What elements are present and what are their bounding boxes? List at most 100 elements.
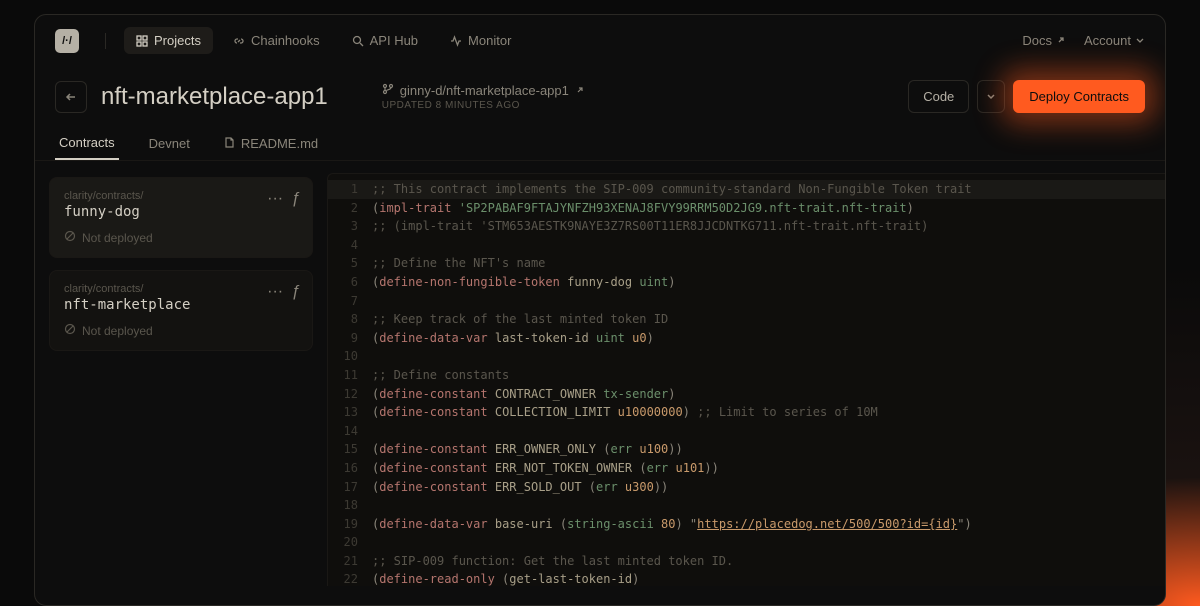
contracts-sidebar: clarity/contracts/ funny-dog Not deploye… bbox=[35, 161, 327, 586]
code-line[interactable]: 12(define-constant CONTRACT_OWNER tx-sen… bbox=[328, 385, 1165, 404]
tab-readme[interactable]: README.md bbox=[220, 127, 322, 160]
code-content: ;; This contract implements the SIP-009 … bbox=[372, 180, 972, 199]
updated-label: UPDATED 8 MINUTES AGO bbox=[382, 100, 894, 111]
repo-path: ginny-d/nft-marketplace-app1 bbox=[400, 83, 569, 98]
contract-card[interactable]: clarity/contracts/ nft-marketplace Not d… bbox=[49, 270, 313, 351]
code-editor[interactable]: 1;; This contract implements the SIP-009… bbox=[327, 173, 1165, 586]
line-number: 9 bbox=[328, 329, 372, 348]
file-icon bbox=[224, 136, 235, 151]
activity-icon bbox=[450, 35, 462, 47]
contract-path: clarity/contracts/ bbox=[64, 190, 298, 202]
deploy-contracts-button[interactable]: Deploy Contracts bbox=[1013, 80, 1145, 113]
docs-link[interactable]: Docs bbox=[1022, 33, 1066, 48]
logo[interactable]: /·/ bbox=[55, 29, 79, 53]
function-icon[interactable]: ƒ bbox=[291, 283, 300, 301]
header: nft-marketplace-app1 ginny-d/nft-marketp… bbox=[35, 66, 1165, 113]
code-line[interactable]: 7 bbox=[328, 292, 1165, 311]
app-window: /·/ Projects Chainhooks API Hub Monitor … bbox=[34, 14, 1166, 606]
code-content: (define-constant ERR_NOT_TOKEN_OWNER (er… bbox=[372, 459, 719, 478]
line-number: 4 bbox=[328, 236, 372, 255]
code-line[interactable]: 21;; SIP-009 function: Get the last mint… bbox=[328, 552, 1165, 571]
contract-card[interactable]: clarity/contracts/ funny-dog Not deploye… bbox=[49, 177, 313, 258]
repo-meta: ginny-d/nft-marketplace-app1 UPDATED 8 M… bbox=[342, 83, 894, 111]
function-icon[interactable]: ƒ bbox=[291, 190, 300, 208]
code-line[interactable]: 10 bbox=[328, 347, 1165, 366]
link-icon bbox=[233, 35, 245, 47]
code-content: (define-constant CONTRACT_OWNER tx-sende… bbox=[372, 385, 676, 404]
tab-devnet[interactable]: Devnet bbox=[145, 127, 194, 160]
code-line[interactable]: 6(define-non-fungible-token funny-dog ui… bbox=[328, 273, 1165, 292]
line-number: 2 bbox=[328, 199, 372, 218]
code-line[interactable]: 4 bbox=[328, 236, 1165, 255]
code-line[interactable]: 18 bbox=[328, 496, 1165, 515]
code-content: (define-constant ERR_SOLD_OUT (err u300)… bbox=[372, 478, 668, 497]
code-content: ;; Define the NFT's name bbox=[372, 254, 545, 273]
back-button[interactable] bbox=[55, 81, 87, 113]
contract-name: funny-dog bbox=[64, 204, 298, 220]
chevron-down-icon bbox=[1135, 33, 1145, 48]
code-line[interactable]: 2(impl-trait 'SP2PABAF9FTAJYNFZH93XENAJ8… bbox=[328, 199, 1165, 218]
code-content: ;; Keep track of the last minted token I… bbox=[372, 310, 668, 329]
contract-name: nft-marketplace bbox=[64, 297, 298, 313]
line-number: 12 bbox=[328, 385, 372, 404]
code-line[interactable]: 3;; (impl-trait 'STM653AESTK9NAYE3Z7RS00… bbox=[328, 217, 1165, 236]
code-line[interactable]: 13(define-constant COLLECTION_LIMIT u100… bbox=[328, 403, 1165, 422]
line-number: 5 bbox=[328, 254, 372, 273]
account-menu[interactable]: Account bbox=[1084, 33, 1145, 48]
code-dropdown[interactable] bbox=[977, 80, 1005, 113]
code-line[interactable]: 15(define-constant ERR_OWNER_ONLY (err u… bbox=[328, 440, 1165, 459]
code-content: (define-constant ERR_OWNER_ONLY (err u10… bbox=[372, 440, 683, 459]
nav-label: Projects bbox=[154, 33, 201, 48]
more-icon[interactable]: ··· bbox=[267, 283, 283, 301]
code-line[interactable]: 17(define-constant ERR_SOLD_OUT (err u30… bbox=[328, 478, 1165, 497]
divider bbox=[105, 33, 106, 49]
line-number: 17 bbox=[328, 478, 372, 497]
line-number: 22 bbox=[328, 570, 372, 586]
more-icon[interactable]: ··· bbox=[267, 190, 283, 208]
nav-chainhooks[interactable]: Chainhooks bbox=[221, 27, 332, 54]
external-link-icon bbox=[575, 83, 585, 98]
code-content: (define-non-fungible-token funny-dog uin… bbox=[372, 273, 676, 292]
line-number: 21 bbox=[328, 552, 372, 571]
code-line[interactable]: 20 bbox=[328, 533, 1165, 552]
code-line[interactable]: 14 bbox=[328, 422, 1165, 441]
code-content: (define-data-var base-uri (string-ascii … bbox=[372, 515, 972, 534]
code-content: (define-constant COLLECTION_LIMIT u10000… bbox=[372, 403, 878, 422]
line-number: 14 bbox=[328, 422, 372, 441]
code-button[interactable]: Code bbox=[908, 80, 969, 113]
nav-label: API Hub bbox=[370, 33, 418, 48]
status-text: Not deployed bbox=[82, 231, 153, 245]
branch-icon bbox=[382, 83, 394, 98]
code-line[interactable]: 19(define-data-var base-uri (string-asci… bbox=[328, 515, 1165, 534]
nav-projects[interactable]: Projects bbox=[124, 27, 213, 54]
line-number: 19 bbox=[328, 515, 372, 534]
circle-slash-icon bbox=[64, 230, 76, 245]
tab-label: README.md bbox=[241, 136, 318, 151]
contract-path: clarity/contracts/ bbox=[64, 283, 298, 295]
external-link-icon bbox=[1056, 33, 1066, 48]
code-line[interactable]: 1;; This contract implements the SIP-009… bbox=[328, 180, 1165, 199]
line-number: 1 bbox=[328, 180, 372, 199]
line-number: 16 bbox=[328, 459, 372, 478]
nav-apihub[interactable]: API Hub bbox=[340, 27, 430, 54]
code-content: (impl-trait 'SP2PABAF9FTAJYNFZH93XENAJ8F… bbox=[372, 199, 914, 218]
code-line[interactable]: 5;; Define the NFT's name bbox=[328, 254, 1165, 273]
line-number: 6 bbox=[328, 273, 372, 292]
nav-monitor[interactable]: Monitor bbox=[438, 27, 523, 54]
code-line[interactable]: 22(define-read-only (get-last-token-id) bbox=[328, 570, 1165, 586]
code-line[interactable]: 16(define-constant ERR_NOT_TOKEN_OWNER (… bbox=[328, 459, 1165, 478]
code-content: ;; Define constants bbox=[372, 366, 509, 385]
tab-contracts[interactable]: Contracts bbox=[55, 127, 119, 160]
line-number: 7 bbox=[328, 292, 372, 311]
code-line[interactable]: 11;; Define constants bbox=[328, 366, 1165, 385]
topbar: /·/ Projects Chainhooks API Hub Monitor … bbox=[35, 15, 1165, 66]
code-line[interactable]: 8;; Keep track of the last minted token … bbox=[328, 310, 1165, 329]
line-number: 15 bbox=[328, 440, 372, 459]
code-line[interactable]: 9(define-data-var last-token-id uint u0) bbox=[328, 329, 1165, 348]
code-content: ;; (impl-trait 'STM653AESTK9NAYE3Z7RS00T… bbox=[372, 217, 928, 236]
repo-link[interactable]: ginny-d/nft-marketplace-app1 bbox=[382, 83, 894, 98]
line-number: 8 bbox=[328, 310, 372, 329]
nav-label: Monitor bbox=[468, 33, 511, 48]
nav-label: Chainhooks bbox=[251, 33, 320, 48]
header-actions: Code Deploy Contracts bbox=[908, 80, 1145, 113]
